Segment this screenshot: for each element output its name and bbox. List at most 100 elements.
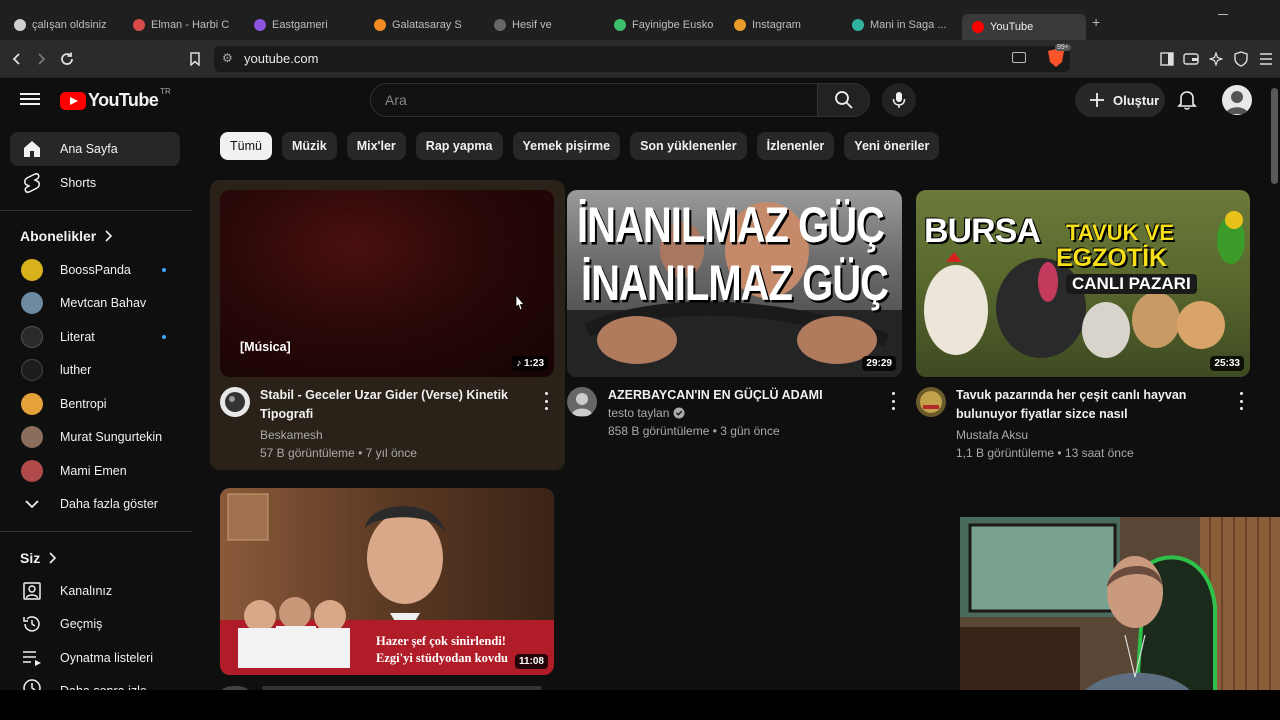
chip-new-to-you[interactable]: Yeni öneriler [844, 132, 940, 160]
site-settings-icon[interactable]: ⚙ [222, 51, 233, 65]
show-more-button[interactable]: Daha fazla göster [10, 487, 180, 521]
new-tab-icon[interactable]: + [1092, 14, 1100, 30]
vpn-shield-icon[interactable] [1230, 48, 1252, 70]
browser-tab[interactable]: çalışan oldsiniz [14, 16, 114, 34]
bookmark-icon[interactable] [184, 48, 206, 70]
sidebar-toggle-icon[interactable] [1156, 48, 1178, 70]
browser-tab-strip: çalışan oldsiniz Elman - Harbi C Eastgam… [0, 0, 1280, 40]
subscription-item[interactable]: Murat Sungurtekin [10, 420, 180, 454]
more-actions-icon[interactable] [890, 392, 896, 410]
back-button[interactable] [6, 48, 28, 70]
subscription-item[interactable]: Mami Emen [10, 454, 180, 488]
you-header[interactable]: Siz [20, 550, 57, 566]
video-stats: 858 B görüntüleme • 3 gün önce [608, 424, 780, 438]
chip-mixes[interactable]: Mix'ler [346, 132, 406, 160]
subscriptions-header[interactable]: Abonelikler [20, 228, 113, 244]
youtube-page: YouTube TR Oluştur Ana Sayfa S [0, 78, 1280, 720]
logo-text: YouTube [88, 90, 159, 110]
create-button[interactable]: Oluştur [1075, 83, 1165, 117]
history-icon [20, 612, 44, 636]
minimize-icon[interactable] [1218, 14, 1228, 15]
guide-menu-icon[interactable] [20, 90, 40, 110]
account-avatar[interactable] [1222, 85, 1252, 115]
voice-search-button[interactable] [882, 83, 916, 117]
chip-cooking[interactable]: Yemek pişirme [512, 132, 621, 160]
reload-button[interactable] [56, 48, 78, 70]
browser-tab[interactable]: Fayinigbe Euskon [614, 16, 714, 34]
video-title-line: Tavuk pazarında her çeşit canlı hayvan [956, 388, 1187, 402]
video-card[interactable]: [Música] ♪ 1:23 Stabil - Geceler Uzar Gi… [210, 180, 565, 470]
sidebar-item-history[interactable]: Geçmiş [10, 607, 180, 641]
more-actions-icon[interactable] [1238, 392, 1244, 410]
chip-music[interactable]: Müzik [281, 132, 337, 160]
page-scrollbar[interactable] [1271, 88, 1278, 184]
search-input[interactable] [385, 92, 785, 108]
browser-tab[interactable]: Eastgameri [254, 16, 354, 34]
chip-recently-uploaded[interactable]: Son yüklenenler [630, 132, 747, 160]
channel-avatar-wrap [20, 392, 44, 416]
youtube-logo[interactable]: YouTube TR [60, 87, 171, 111]
search-button[interactable] [817, 83, 870, 117]
browser-tab[interactable]: Galatasaray S [374, 16, 474, 34]
tab-favicon [14, 19, 26, 31]
subscription-item[interactable]: Literat [10, 320, 180, 354]
browser-tab-active[interactable]: YouTube [962, 14, 1086, 40]
notifications-bell-icon[interactable] [1176, 88, 1200, 112]
video-title[interactable]: AZERBAYCAN'IN EN GÜÇLÜ ADAMI [608, 386, 878, 405]
thumbnail-text: TAVUK VE [1066, 220, 1174, 245]
sidebar-divider [0, 531, 192, 532]
youtube-play-icon [60, 91, 86, 110]
channel-avatar[interactable] [916, 387, 946, 417]
video-thumbnail[interactable]: BURSA TAVUK VE EGZOTİK CANLI PAZARI 25:3… [916, 190, 1250, 377]
browser-tab[interactable]: Hesif ve [494, 16, 594, 34]
video-thumbnail[interactable]: İNANILMAZ GÜÇ İNANILMAZ GÜÇ 29:29 [567, 190, 902, 377]
bottom-black-bar [0, 690, 1280, 720]
channel-name[interactable]: Beskamesh [260, 428, 323, 442]
chip-watched[interactable]: İzlenenler [756, 132, 835, 160]
thumbnail-text: İNANILMAZ GÜÇ [577, 198, 885, 253]
thumbnail-text: Ezgi'yi stüdyodan kovdu [376, 651, 508, 665]
subscriptions-title: Abonelikler [20, 228, 97, 244]
channel-name[interactable]: Mustafa Aksu [956, 428, 1028, 442]
duration-badge: 11:08 [514, 654, 548, 669]
sidebar-item-shorts[interactable]: Shorts [10, 166, 180, 200]
forward-button[interactable] [30, 48, 52, 70]
chip-all[interactable]: Tümü [220, 132, 272, 160]
browser-tab[interactable]: Elman - Harbi C [133, 16, 233, 34]
channel-avatar-wrap [20, 258, 44, 282]
search-icon [834, 91, 853, 109]
video-title[interactable]: Tavuk pazarında her çeşit canlı hayvan b… [956, 386, 1226, 424]
video-thumbnail[interactable]: Hazer şef çok sinirlendi! Ezgi'yi stüdyo… [220, 488, 554, 675]
channel-name[interactable]: testo taylan [608, 406, 685, 420]
subscription-item[interactable]: Mevtcan Bahav [10, 286, 180, 320]
channel-avatar[interactable] [220, 387, 250, 417]
wallet-icon[interactable] [1180, 48, 1202, 70]
video-thumbnail[interactable]: [Música] ♪ 1:23 [220, 190, 554, 377]
tab-label: Mani in Saga ... [870, 19, 947, 31]
chevron-right-icon [49, 552, 57, 564]
search-box[interactable] [370, 83, 818, 117]
url-text: youtube.com [244, 51, 319, 66]
thumbnail-text: Hazer şef çok sinirlendi! [376, 634, 506, 648]
channel-avatar[interactable] [567, 387, 597, 417]
video-title[interactable]: Stabil - Geceler Uzar Gider (Verse) Kine… [260, 386, 530, 424]
sidebar-item-playlists[interactable]: Oynatma listeleri [10, 641, 180, 675]
tab-favicon [374, 19, 386, 31]
sidebar-item-your-channel[interactable]: Kanalınız [10, 574, 180, 608]
subscription-label: luther [60, 363, 92, 377]
browser-tab[interactable]: Instagram [734, 16, 834, 34]
address-bar[interactable]: ⚙ youtube.com [214, 46, 1070, 72]
you-title: Siz [20, 550, 41, 566]
cast-icon[interactable] [1012, 52, 1026, 63]
subscription-item[interactable]: Bentropi [10, 387, 180, 421]
chip-rap[interactable]: Rap yapma [415, 132, 503, 160]
subscription-label: Literat [60, 330, 95, 344]
sidebar-item-home[interactable]: Ana Sayfa [10, 132, 180, 166]
leo-ai-icon[interactable] [1205, 48, 1227, 70]
more-actions-icon[interactable] [543, 392, 549, 410]
brave-shields-icon[interactable]: 99+ [1045, 44, 1071, 68]
subscription-item[interactable]: BoossPanda [10, 253, 180, 287]
browser-menu-icon[interactable] [1255, 48, 1277, 70]
subscription-item[interactable]: luther [10, 353, 180, 387]
browser-tab[interactable]: Mani in Saga ... [852, 16, 952, 34]
